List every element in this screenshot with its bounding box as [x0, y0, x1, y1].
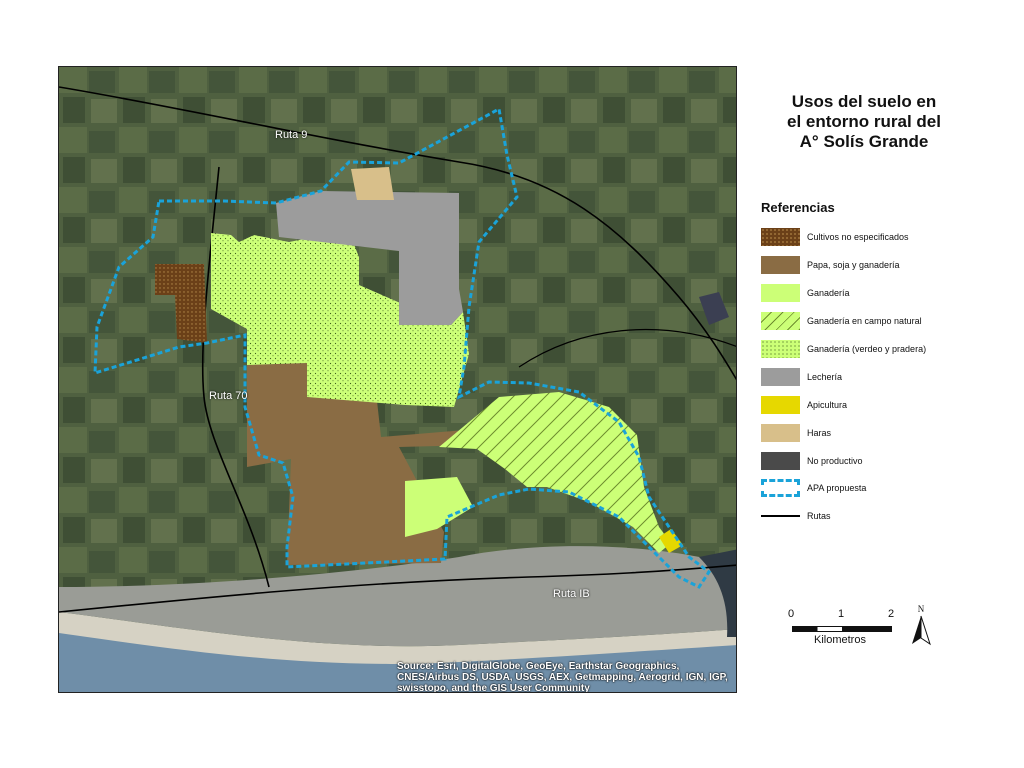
- map-canvas[interactable]: [59, 67, 737, 693]
- legend-label: Apicultura: [807, 400, 848, 410]
- title-line: Usos del suelo en: [791, 92, 937, 111]
- road-label-rutaib: Ruta IB: [553, 588, 590, 600]
- legend-item-apa: APA propuesta: [761, 479, 866, 497]
- legend-item-campo-natural: Ganadería en campo natural: [761, 312, 922, 330]
- scale-tick: 0: [788, 608, 795, 620]
- legend-item-papa-soja: Papa, soja y ganadería: [761, 256, 900, 274]
- legend-item-rutas: Rutas: [761, 507, 831, 525]
- title-line: A° Solís Grande: [799, 132, 929, 151]
- legend-label: Ganadería (verdeo y pradera): [807, 344, 927, 354]
- legend-swatch: [761, 284, 800, 302]
- legend-swatch: [761, 479, 800, 497]
- map-frame[interactable]: Ruta 9 Ruta 70 Ruta IB Source: Esri, Dig…: [58, 66, 737, 693]
- scale-bar: 0 1 2 Kilometros: [784, 608, 904, 648]
- legend-swatch: [761, 312, 800, 330]
- map-attribution: Source: Esri, DigitalGlobe, GeoEye, Eart…: [397, 661, 728, 693]
- legend-item-no-productivo: No productivo: [761, 452, 863, 470]
- legend-swatch: [761, 424, 800, 442]
- parcel-haras[interactable]: [351, 167, 394, 200]
- legend-label: Rutas: [807, 511, 831, 521]
- map-title: Usos del suelo en el entorno rural del A…: [764, 92, 964, 152]
- legend-swatch: [761, 452, 800, 470]
- scale-tick: 2: [888, 608, 895, 620]
- north-arrow-icon: N: [908, 604, 934, 648]
- legend-label: Cultivos no especificados: [807, 232, 909, 242]
- legend-item-lecheria: Lechería: [761, 368, 842, 386]
- legend-swatch: [761, 507, 800, 525]
- legend-label: Lechería: [807, 372, 843, 382]
- legend-label: Haras: [807, 428, 832, 438]
- legend-item-haras: Haras: [761, 424, 831, 442]
- legend-swatch: [761, 256, 800, 274]
- legend-label: Papa, soja y ganadería: [807, 260, 900, 270]
- road-label-ruta9: Ruta 9: [275, 129, 308, 141]
- legend-swatch: [761, 340, 800, 358]
- legend-swatch: [761, 368, 800, 386]
- legend-heading: Referencias: [761, 200, 835, 215]
- legend-label: Ganadería en campo natural: [807, 316, 922, 326]
- legend-label: Ganadería: [807, 288, 850, 298]
- scale-unit: Kilometros: [814, 634, 866, 646]
- legend-swatch: [761, 396, 800, 414]
- legend-item-apicultura: Apicultura: [761, 396, 847, 414]
- scale-tick: 1: [838, 608, 845, 620]
- title-line: el entorno rural del: [787, 112, 941, 131]
- legend-label: APA propuesta: [807, 483, 867, 493]
- legend-item-ganaderia: Ganadería: [761, 284, 850, 302]
- legend-item-cultivos: Cultivos no especificados: [761, 228, 909, 246]
- road-label-ruta70: Ruta 70: [209, 390, 248, 402]
- legend-swatch: [761, 228, 800, 246]
- legend-item-verdeo: Ganadería (verdeo y pradera): [761, 340, 926, 358]
- scale-bar-graphic: [792, 626, 892, 632]
- legend-label: No productivo: [807, 456, 863, 466]
